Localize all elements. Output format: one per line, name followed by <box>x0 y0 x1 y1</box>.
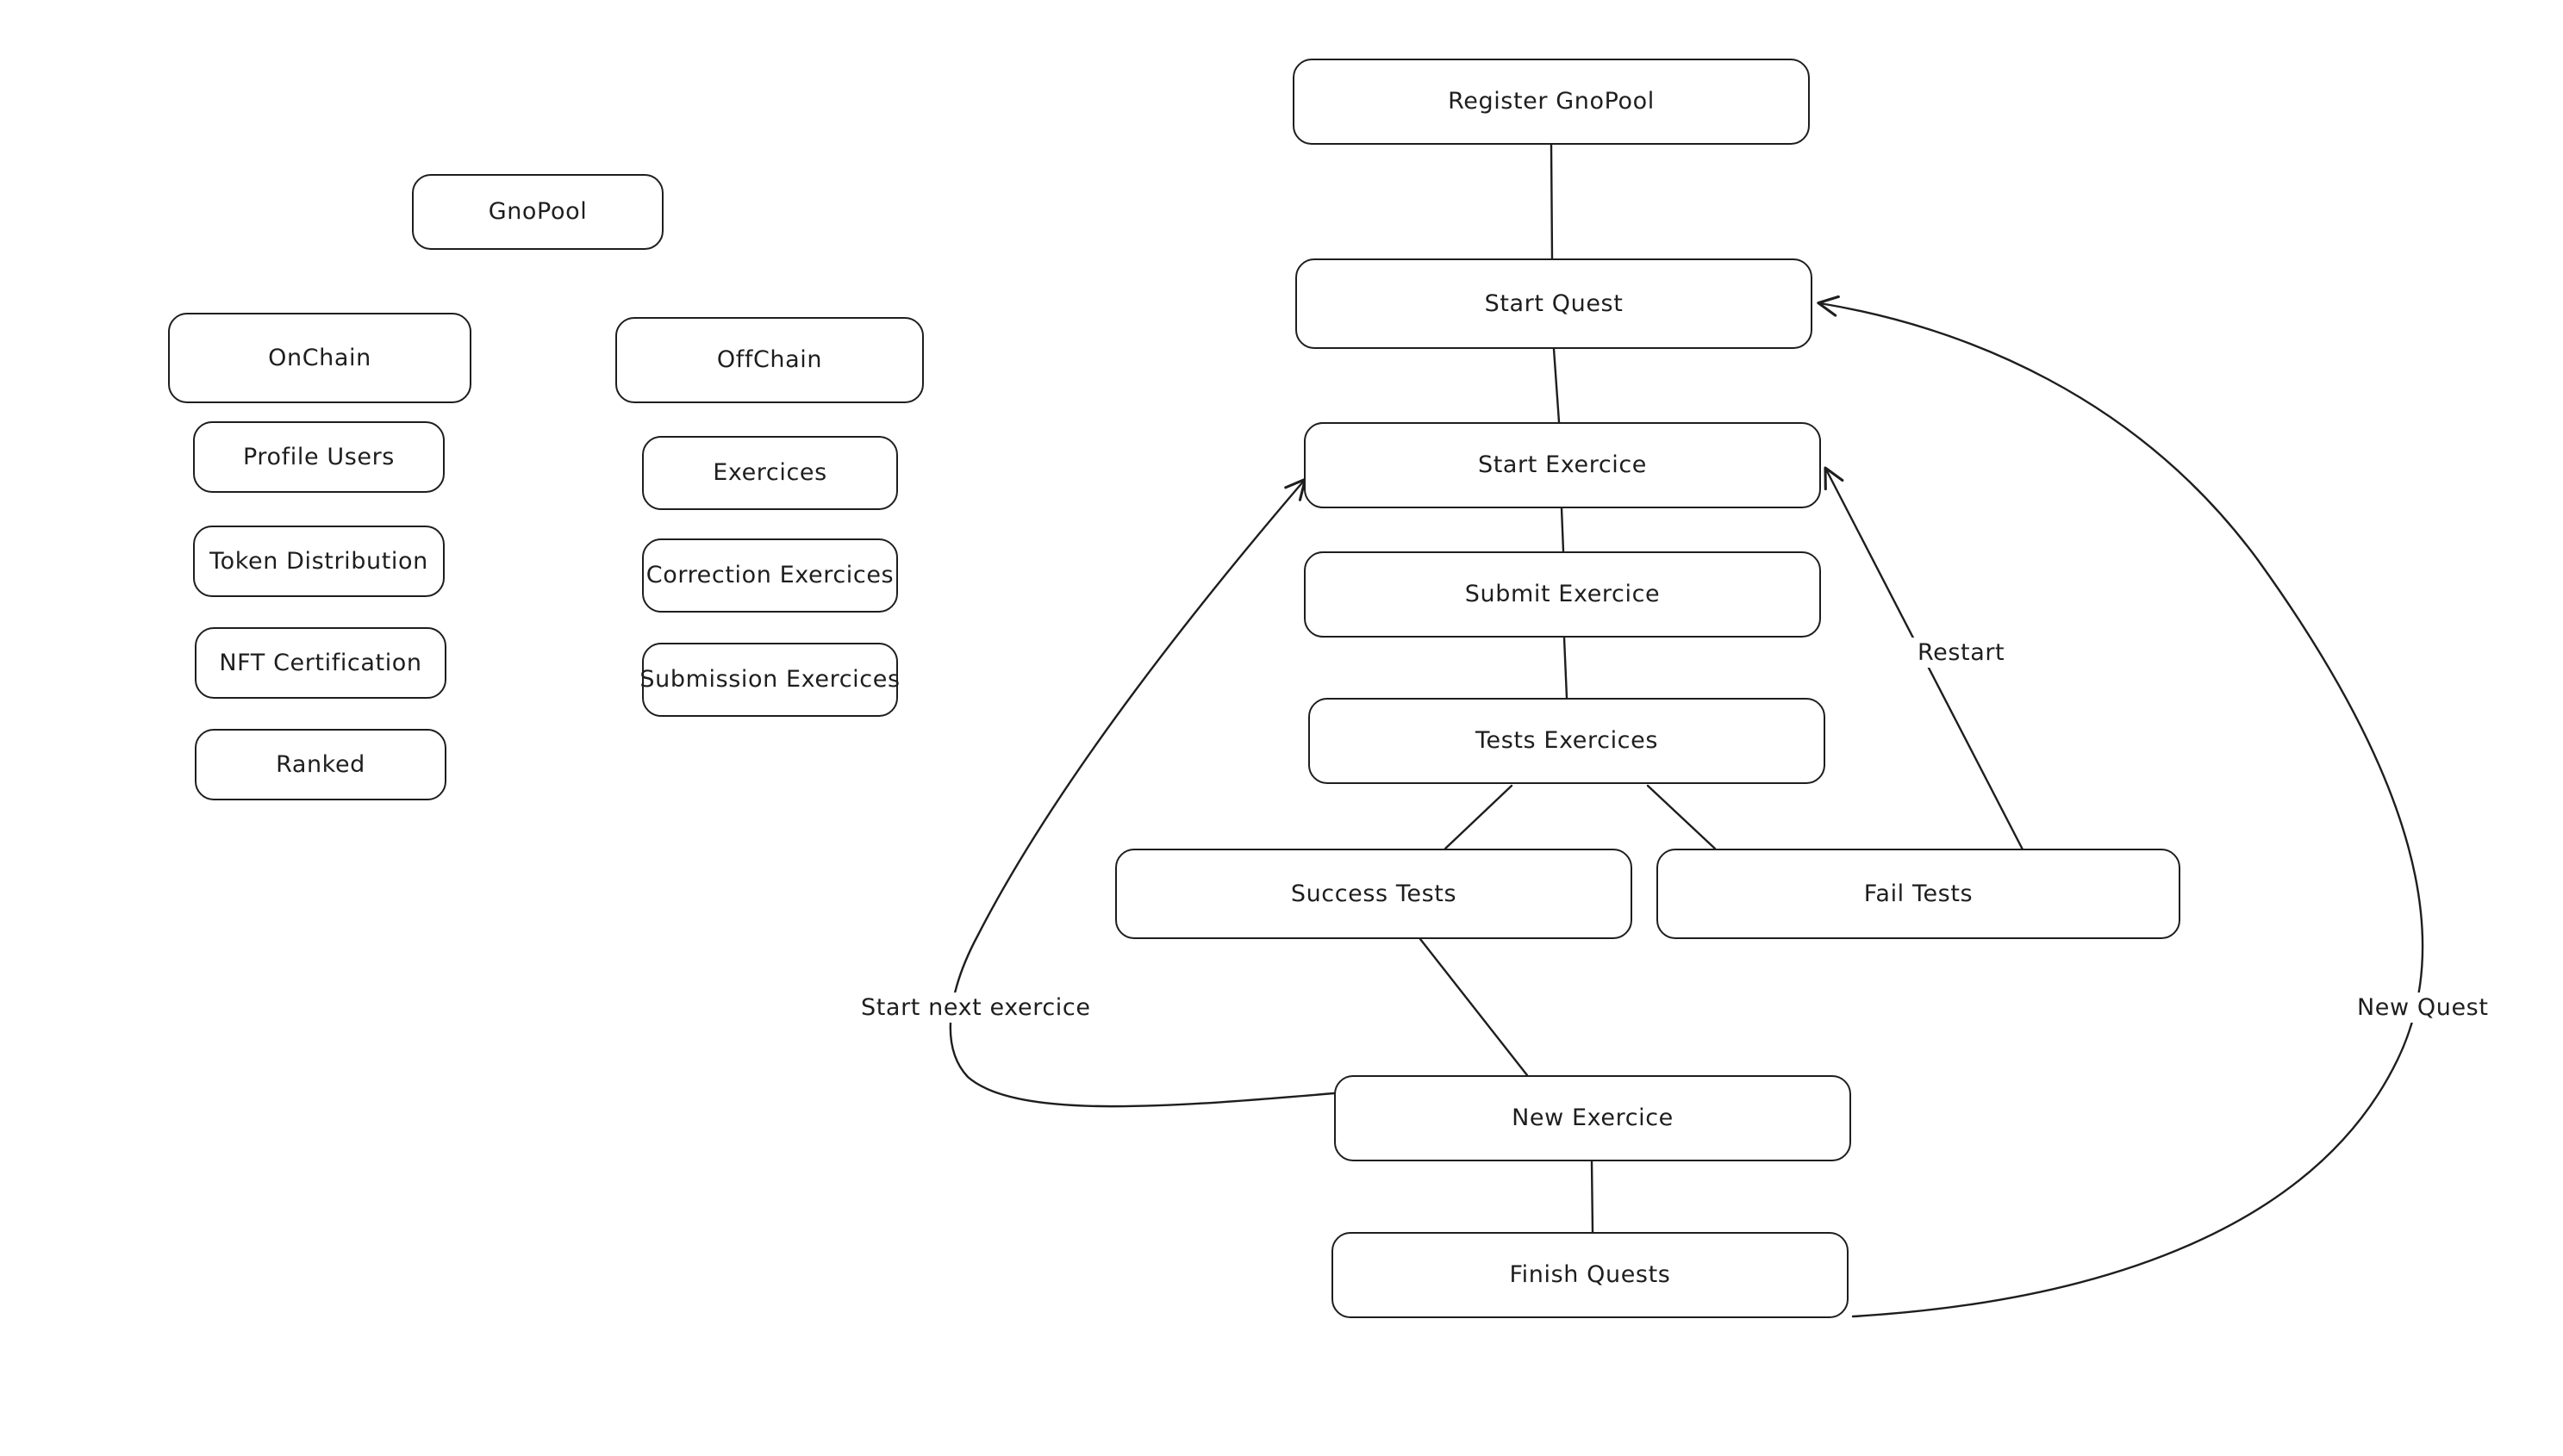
node-label: Profile Users <box>243 443 395 470</box>
edge-tests-to-success <box>1444 784 1513 850</box>
node-label: Start Exercice <box>1477 451 1648 479</box>
node-ranked[interactable]: Ranked <box>195 729 446 800</box>
node-label: Success Tests <box>1290 880 1457 907</box>
edge-success-to-new-exercice <box>1419 937 1529 1077</box>
node-fail-tests[interactable]: Fail Tests <box>1656 849 2180 939</box>
node-finish-quests[interactable]: Finish Quests <box>1331 1232 1849 1318</box>
node-onchain[interactable]: OnChain <box>168 313 471 403</box>
node-label: GnoPool <box>488 198 588 226</box>
edge-start-exercice-to-submit <box>1560 507 1565 553</box>
node-correction-exercices[interactable]: Correction Exercices <box>642 538 898 613</box>
node-submit-exercice[interactable]: Submit Exercice <box>1304 551 1821 638</box>
diagram-canvas: GnoPool OnChain Profile Users Token Dist… <box>0 0 2563 1456</box>
node-tests-exercices[interactable]: Tests Exercices <box>1308 698 1825 784</box>
node-submission-exercices[interactable]: Submission Exercices <box>639 643 901 717</box>
node-label: Register GnoPool <box>1448 88 1655 115</box>
node-nft-certification[interactable]: NFT Certification <box>195 627 446 699</box>
node-label: Start Quest <box>1484 289 1624 317</box>
edge-register-to-start-quest <box>1550 143 1554 260</box>
node-label: Ranked <box>276 750 365 778</box>
edge-new-exercice-to-finish <box>1590 1160 1594 1234</box>
node-label: Tests Exercices <box>1475 727 1658 755</box>
node-start-quest[interactable]: Start Quest <box>1295 258 1812 349</box>
edge-submit-to-tests <box>1562 636 1568 700</box>
node-label: Token Distribution <box>209 547 428 575</box>
edge-label-start-next-exercice: Start next exercice <box>855 992 1097 1023</box>
node-label: OnChain <box>268 344 371 371</box>
edge-label-new-quest: New Quest <box>2351 992 2495 1023</box>
edge-start-quest-to-start-exercice <box>1552 347 1561 424</box>
node-start-exercice[interactable]: Start Exercice <box>1304 422 1821 508</box>
node-label: Submit Exercice <box>1464 581 1661 608</box>
node-exercices[interactable]: Exercices <box>642 436 898 510</box>
node-label: NFT Certification <box>219 649 422 676</box>
node-label: Fail Tests <box>1863 880 1974 907</box>
node-gnopool[interactable]: GnoPool <box>412 174 664 250</box>
node-new-exercice[interactable]: New Exercice <box>1334 1075 1851 1161</box>
node-offchain[interactable]: OffChain <box>615 317 924 403</box>
node-label: Finish Quests <box>1509 1261 1671 1289</box>
node-label: OffChain <box>716 346 823 374</box>
node-success-tests[interactable]: Success Tests <box>1115 849 1632 939</box>
node-token-distribution[interactable]: Token Distribution <box>193 526 445 597</box>
node-label: Submission Exercices <box>639 666 901 694</box>
node-label: Exercices <box>713 459 827 487</box>
node-label: Correction Exercices <box>645 562 895 589</box>
edge-layer <box>949 143 2424 1318</box>
node-register-gnopool[interactable]: Register GnoPool <box>1293 59 1810 145</box>
node-label: New Exercice <box>1512 1104 1674 1132</box>
edge-finish-quests-to-start-quest <box>1817 295 2424 1318</box>
node-profile-users[interactable]: Profile Users <box>193 421 445 493</box>
edge-label-restart: Restart <box>1911 638 2011 668</box>
edge-tests-to-fail <box>1646 784 1717 850</box>
